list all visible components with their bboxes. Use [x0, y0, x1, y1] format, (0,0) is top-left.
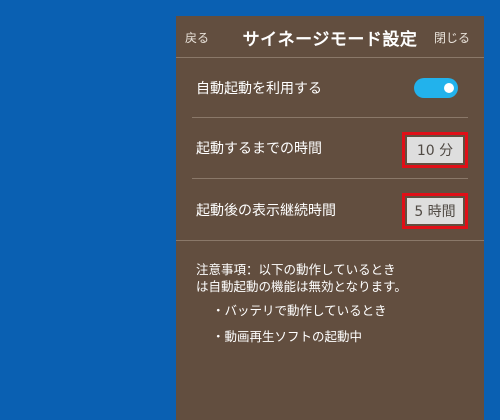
time-until-start-label: 起動するまでの時間 [196, 141, 322, 157]
notes-bullet-battery: ・バッテリで動作しているとき [212, 303, 387, 318]
auto-start-label: 自動起動を利用する [196, 80, 322, 97]
notes-line-2: は自動起動の機能は無効となります。 [196, 279, 407, 294]
toggle-knob [444, 83, 454, 93]
time-until-start-selector[interactable]: 10 分 [402, 132, 468, 168]
display-duration-row: 起動後の表示継続時間 5 時間 [192, 179, 468, 240]
notes-line-1: 注意事項：以下の動作しているとき [196, 262, 396, 277]
display-duration-value: 5 時間 [407, 198, 463, 224]
display-duration-label: 起動後の表示継続時間 [196, 202, 336, 219]
time-until-start-row: 起動するまでの時間 10 分 [192, 118, 468, 179]
signage-settings-panel: 戻る サイネージモード設定 閉じる 自動起動を利用する 起動するまでの時間 10… [176, 16, 484, 420]
panel-header: 戻る サイネージモード設定 閉じる [176, 16, 484, 58]
notes-bullet-video: ・動画再生ソフトの起動中 [212, 329, 363, 344]
notes-section: 注意事項：以下の動作しているとき は自動起動の機能は無効となります。 ・バッテリ… [176, 241, 484, 345]
display-duration-selector[interactable]: 5 時間 [402, 193, 468, 229]
auto-start-row: 自動起動を利用する [192, 58, 468, 118]
close-button[interactable]: 閉じる [434, 29, 470, 46]
time-until-start-value: 10 分 [407, 137, 463, 163]
auto-start-toggle[interactable] [414, 78, 458, 98]
